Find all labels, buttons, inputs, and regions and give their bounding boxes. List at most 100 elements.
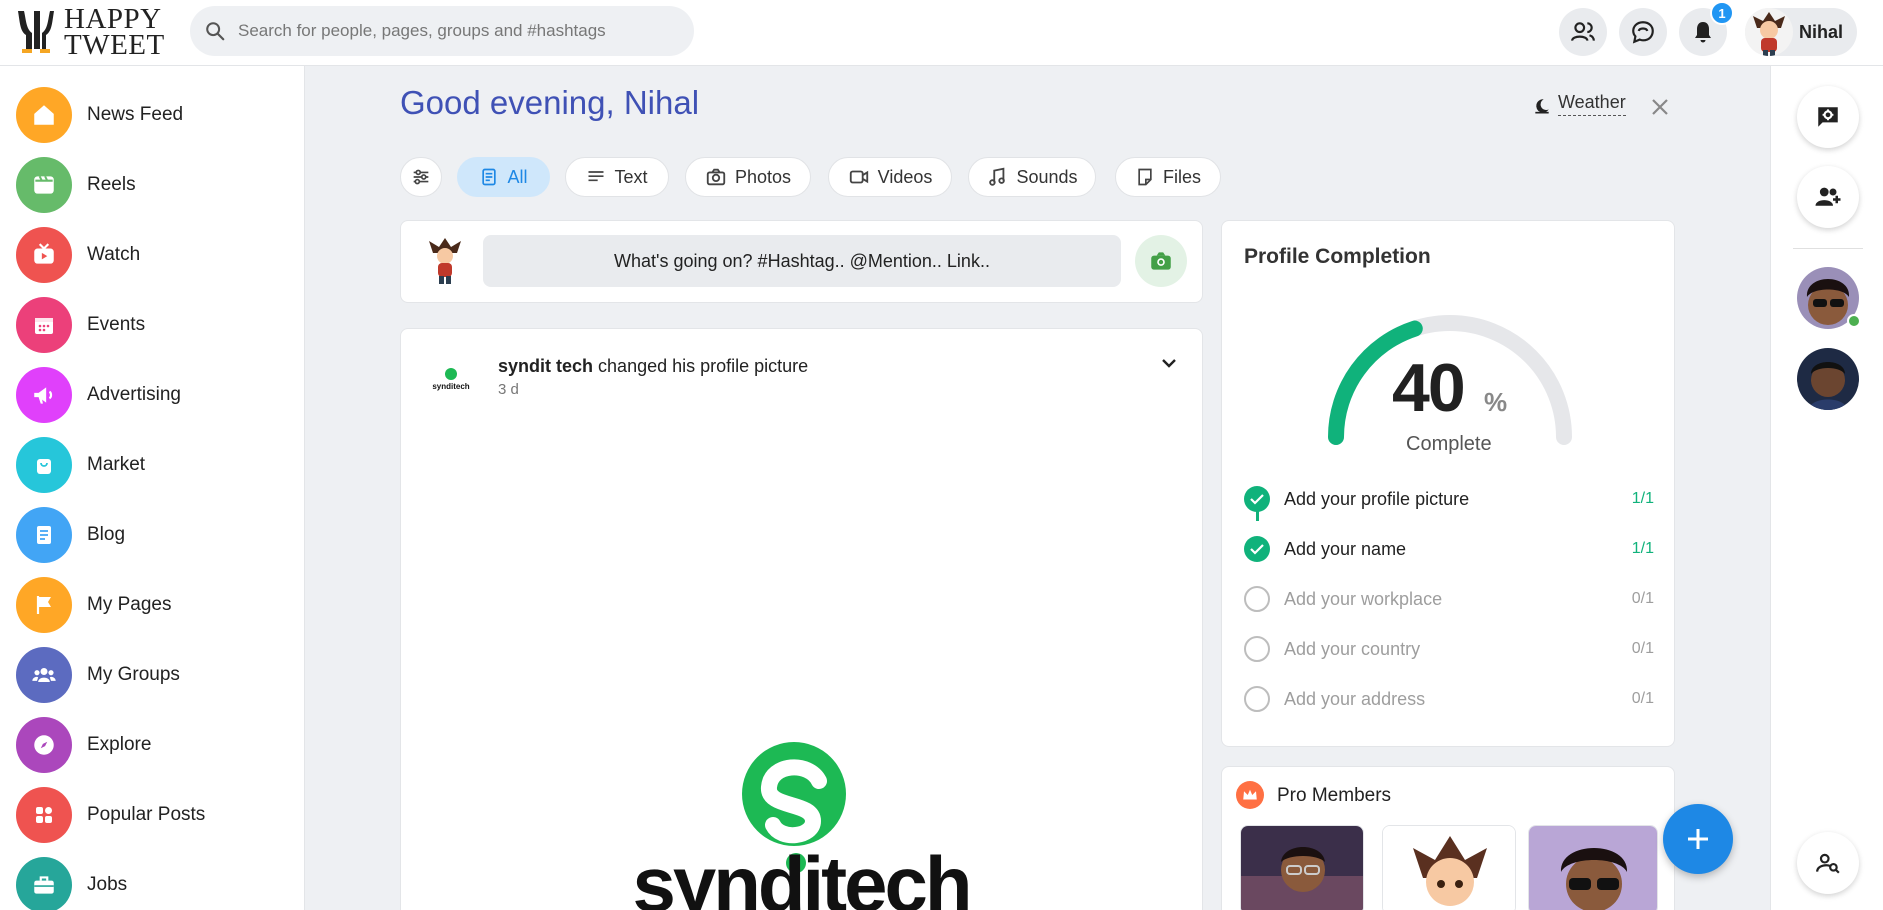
compass-icon [16,717,72,773]
filter-settings-button[interactable] [400,157,442,197]
shopping-bag-icon [16,437,72,493]
checklist-item-name[interactable]: Add your name 1/1 [1244,535,1654,563]
sidebar-item-popular-posts[interactable]: Popular Posts [16,787,286,843]
sidebar-item-label: Reels [87,174,136,195]
filter-label: All [507,166,528,187]
sliders-icon [413,169,429,185]
chat-settings-button[interactable] [1797,86,1859,148]
filter-sounds[interactable]: Sounds [968,157,1096,197]
create-post-button[interactable] [1663,804,1733,874]
reels-icon [16,157,72,213]
music-note-icon [989,167,1006,186]
search-bar [190,6,694,56]
text-lines-icon [588,171,604,182]
sidebar-item-blog[interactable]: Blog [16,507,286,563]
checklist-item-workplace[interactable]: Add your workplace 0/1 [1244,585,1654,613]
user-menu[interactable]: Nihal [1745,8,1857,56]
member-photo [1241,826,1363,910]
user-name: Nihal [1799,22,1844,42]
logo-text-tweet: TWEET [64,29,165,61]
add-friend-icon [1815,187,1841,206]
filter-label: Photos [734,166,792,187]
close-icon[interactable] [1648,95,1672,119]
checklist-count: 0/1 [1631,690,1654,707]
sidebar-item-label: Advertising [87,384,181,405]
filter-files[interactable]: Files [1115,157,1221,197]
friends-button[interactable] [1559,8,1607,56]
sidebar-item-label: Watch [87,244,141,265]
empty-circle-icon [1244,686,1270,712]
checklist-item-profile-picture[interactable]: Add your profile picture 1/1 [1244,485,1654,513]
sidebar-item-label: News Feed [87,104,184,125]
friends-icon [1571,22,1595,42]
home-icon [16,87,72,143]
search-input[interactable] [238,6,678,56]
sidebar-item-jobs[interactable]: Jobs [16,857,286,910]
filter-text[interactable]: Text [565,157,669,197]
add-friend-button[interactable] [1797,166,1859,228]
search-icon [206,22,225,41]
sidebar-item-explore[interactable]: Explore [16,717,286,773]
sidebar-item-advertising[interactable]: Advertising [16,367,286,423]
sidebar-item-watch[interactable]: Watch [16,227,286,283]
filter-label: Sounds [1016,166,1078,187]
logo[interactable]: HAPPY TWEET [12,5,172,61]
groups-icon [16,647,72,703]
checklist-item-country[interactable]: Add your country 0/1 [1244,635,1654,663]
left-sidebar: News Feed Reels Watch Events Advertising… [0,66,305,910]
calendar-icon [16,297,72,353]
logo-text: synditech [432,382,469,391]
search-user-button[interactable] [1797,832,1859,894]
sidebar-item-my-pages[interactable]: My Pages [16,577,286,633]
sidebar-item-news-feed[interactable]: News Feed [16,87,286,143]
sidebar-item-label: Jobs [87,874,128,895]
sidebar-item-my-groups[interactable]: My Groups [16,647,286,703]
checklist-label: Add your name [1284,539,1407,559]
checklist-label: Add your workplace [1284,589,1443,609]
checklist-count: 1/1 [1631,490,1654,507]
post-timestamp[interactable]: 3 d [498,381,519,398]
contact-photo [1797,348,1859,410]
checklist-item-address[interactable]: Add your address 0/1 [1244,685,1654,713]
percent-sign: % [1484,387,1508,417]
avatar [1745,8,1793,56]
messages-button[interactable] [1619,8,1667,56]
crown-icon [1236,781,1264,809]
camera-icon [1151,252,1171,270]
checklist-label: Add your address [1284,689,1426,709]
notification-badge: 1 [1710,1,1734,25]
post-card: synditech syndit tech changed his profil… [400,328,1203,910]
pro-members-card: Pro Members [1221,766,1675,910]
add-photo-button[interactable] [1135,235,1187,287]
sidebar-item-events[interactable]: Events [16,297,286,353]
contact-avatar[interactable] [1797,348,1859,410]
camera-icon [706,168,726,186]
checklist-count: 1/1 [1631,540,1654,557]
flag-icon [16,577,72,633]
filter-videos[interactable]: Videos [828,157,952,197]
watch-icon [16,227,72,283]
chevron-down-icon[interactable] [1157,351,1181,375]
sidebar-item-reels[interactable]: Reels [16,157,286,213]
weather-link[interactable]: Weather [1558,92,1626,116]
member-photo [1529,826,1657,910]
briefcase-icon [16,857,72,910]
filter-photos[interactable]: Photos [685,157,811,197]
pro-member-thumbnail[interactable] [1528,825,1658,910]
bell-icon [1695,22,1711,43]
checklist-count: 0/1 [1631,640,1654,657]
page-title: Good evening, Nihal [400,84,700,121]
top-bar: HAPPY TWEET 1 [0,0,1883,66]
composer-input[interactable]: What's going on? #Hashtag.. @Mention.. L… [483,235,1121,287]
filter-all[interactable]: All [457,157,550,197]
pro-members-title: Pro Members [1277,785,1392,806]
sidebar-item-market[interactable]: Market [16,437,286,493]
progress-label: Complete [1406,433,1492,455]
post-composer: What's going on? #Hashtag.. @Mention.. L… [400,220,1203,303]
filter-label: Text [614,166,648,187]
pro-member-thumbnail[interactable] [1382,825,1516,910]
post-author-name[interactable]: syndit tech [498,356,593,376]
pro-member-thumbnail[interactable] [1240,825,1364,910]
empty-circle-icon [1244,636,1270,662]
synditech-logo-small: synditech [432,368,470,391]
